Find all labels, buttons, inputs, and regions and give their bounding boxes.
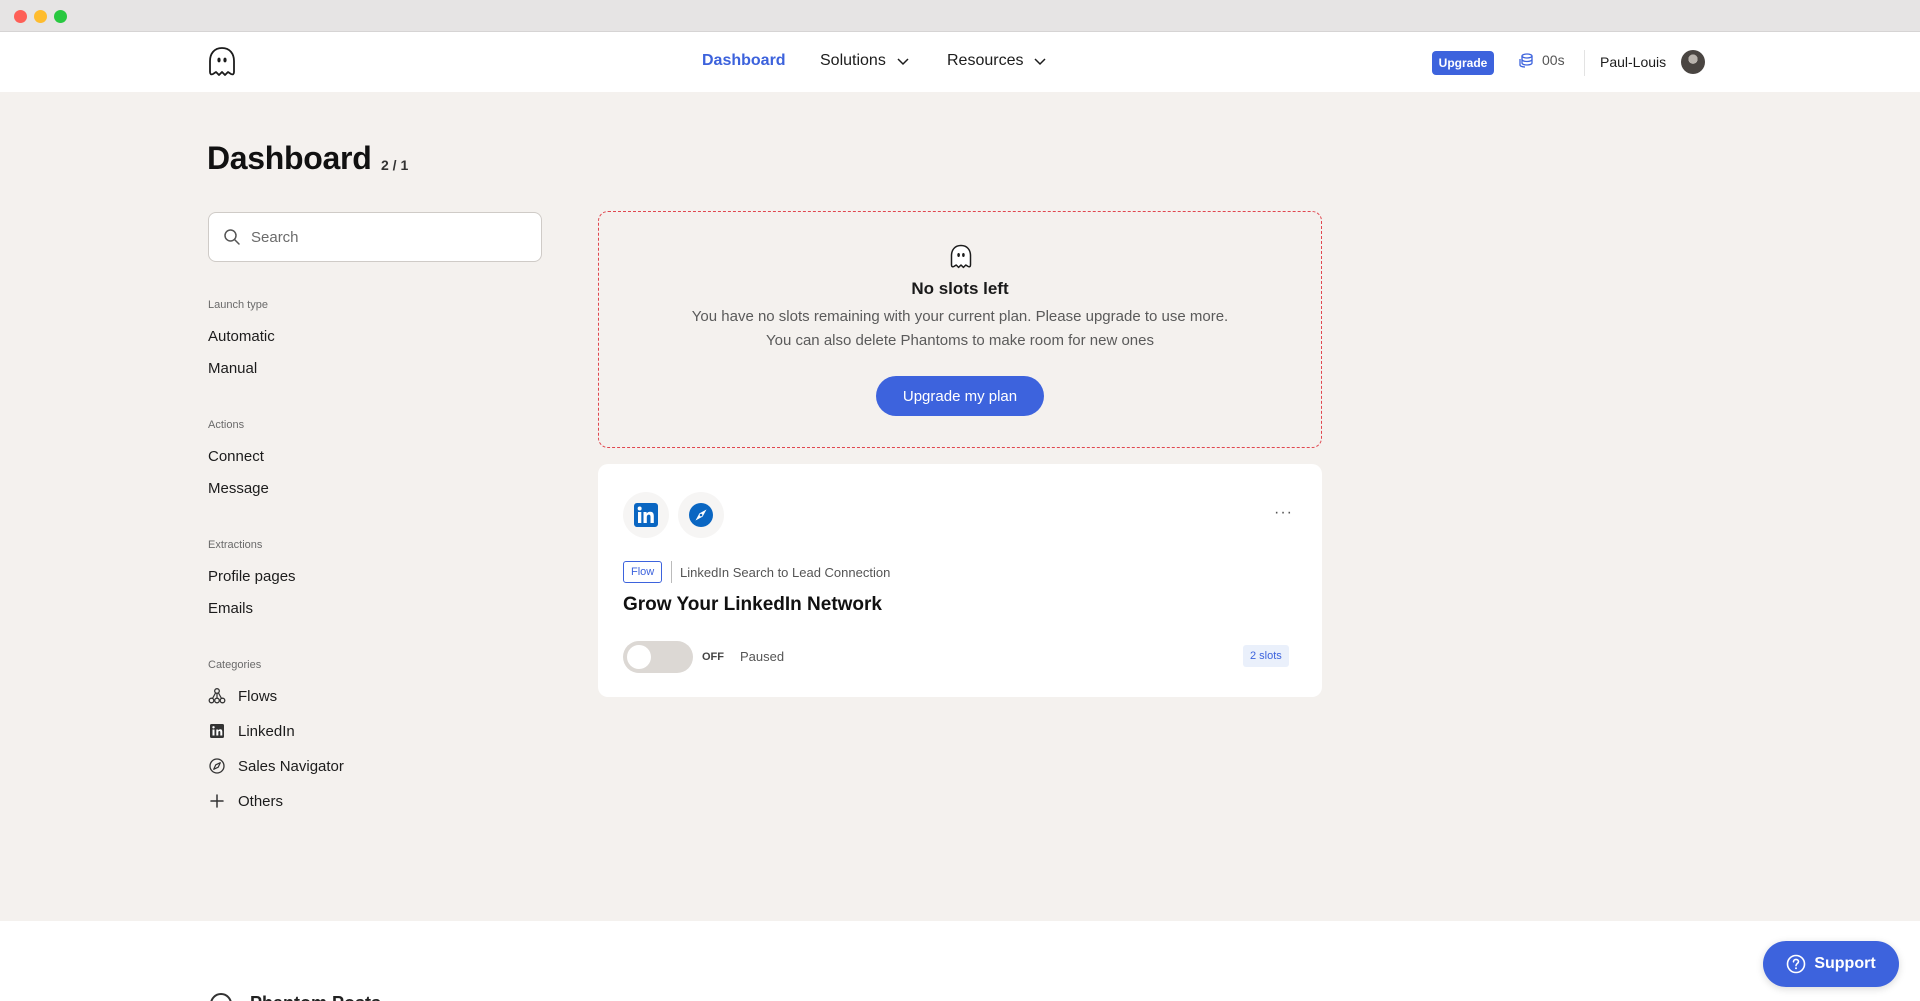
upgrade-my-plan-button[interactable]: Upgrade my plan bbox=[876, 376, 1044, 416]
category-others[interactable]: Others bbox=[208, 792, 283, 810]
ghost-icon bbox=[950, 244, 972, 269]
search-field[interactable] bbox=[208, 212, 542, 262]
ghost-logo-icon[interactable] bbox=[207, 46, 237, 78]
support-button[interactable]: Support bbox=[1763, 941, 1899, 987]
nav-dashboard-label: Dashboard bbox=[702, 52, 786, 69]
coins-icon bbox=[1519, 53, 1533, 68]
more-options-button[interactable]: ··· bbox=[1274, 504, 1293, 522]
filter-manual[interactable]: Manual bbox=[208, 360, 257, 377]
phantom-card[interactable]: ··· Flow LinkedIn Search to Lead Connect… bbox=[598, 464, 1322, 697]
launch-toggle[interactable] bbox=[623, 641, 693, 673]
category-sales-navigator[interactable]: Sales Navigator bbox=[208, 757, 344, 775]
minimize-window-button[interactable] bbox=[34, 10, 47, 23]
category-linkedin-label: LinkedIn bbox=[238, 722, 295, 740]
filter-emails[interactable]: Emails bbox=[208, 600, 253, 617]
nav-dashboard[interactable]: Dashboard bbox=[702, 52, 786, 70]
tag-divider bbox=[671, 561, 672, 583]
no-slots-message: You have no slots remaining with your cu… bbox=[691, 308, 1229, 325]
compass-icon bbox=[689, 503, 713, 527]
search-input[interactable] bbox=[251, 228, 521, 246]
launch-type-heading: Launch type bbox=[208, 299, 268, 311]
slots-count: 2 / 1 bbox=[381, 157, 409, 173]
search-icon bbox=[224, 229, 240, 245]
nav-resources[interactable]: Resources bbox=[947, 52, 1047, 70]
no-slots-card: No slots left You have no slots remainin… bbox=[598, 211, 1322, 448]
execution-time[interactable]: 00s bbox=[1518, 52, 1565, 68]
no-slots-submessage: You can also delete Phantoms to make roo… bbox=[765, 332, 1154, 349]
close-window-button[interactable] bbox=[14, 10, 27, 23]
linkedin-icon bbox=[210, 724, 224, 738]
flow-name: LinkedIn Search to Lead Connection bbox=[680, 565, 891, 580]
chevron-down-icon bbox=[1034, 58, 1047, 66]
no-slots-title: No slots left bbox=[911, 279, 1009, 298]
filter-connect-label: Connect bbox=[208, 448, 264, 465]
footer-heading: Phantom Posts bbox=[250, 993, 381, 1001]
execution-time-value: 00s bbox=[1542, 52, 1565, 68]
page-title: Dashboard bbox=[207, 140, 372, 176]
top-navbar: Dashboard Solutions Resources Upgrade 00… bbox=[0, 32, 1920, 92]
category-sales-navigator-label: Sales Navigator bbox=[238, 757, 344, 775]
filter-message[interactable]: Message bbox=[208, 480, 269, 497]
nav-solutions[interactable]: Solutions bbox=[820, 52, 910, 70]
category-flows[interactable]: Flows bbox=[208, 687, 277, 705]
category-others-label: Others bbox=[238, 792, 284, 810]
filter-connect[interactable]: Connect bbox=[208, 448, 264, 465]
upgrade-button[interactable]: Upgrade bbox=[1432, 51, 1494, 75]
filter-message-label: Message bbox=[208, 480, 269, 497]
flows-icon bbox=[208, 688, 226, 704]
filter-profile-pages[interactable]: Profile pages bbox=[208, 568, 296, 585]
filter-automatic-label: Automatic bbox=[208, 328, 275, 345]
filter-manual-label: Manual bbox=[208, 360, 258, 377]
footer-icon bbox=[210, 993, 232, 1001]
filter-automatic[interactable]: Automatic bbox=[208, 328, 275, 345]
maximize-window-button[interactable] bbox=[54, 10, 67, 23]
footer-section: Phantom Posts bbox=[0, 921, 1920, 1001]
categories-heading: Categories bbox=[208, 659, 262, 671]
toggle-state-label: OFF bbox=[702, 651, 724, 663]
nav-resources-label: Resources bbox=[947, 52, 1024, 69]
flow-tag: Flow bbox=[623, 561, 663, 583]
slots-badge: 2 slots bbox=[1243, 645, 1289, 667]
support-label: Support bbox=[1814, 955, 1876, 972]
help-icon bbox=[1787, 954, 1806, 974]
linkedin-icon bbox=[634, 503, 658, 527]
filter-emails-label: Emails bbox=[208, 600, 254, 617]
extractions-heading: Extractions bbox=[208, 539, 263, 551]
filter-profile-pages-label: Profile pages bbox=[208, 568, 296, 585]
category-linkedin[interactable]: LinkedIn bbox=[208, 722, 295, 740]
phantom-title[interactable]: Grow Your LinkedIn Network bbox=[623, 594, 882, 616]
category-flows-label: Flows bbox=[238, 687, 278, 705]
actions-heading: Actions bbox=[208, 419, 245, 431]
window-titlebar bbox=[0, 0, 1920, 32]
user-name[interactable]: Paul-Louis bbox=[1600, 54, 1666, 70]
status-text: Paused bbox=[740, 649, 785, 664]
linkedin-app-icon bbox=[623, 492, 669, 538]
nav-solutions-label: Solutions bbox=[820, 52, 886, 69]
compass-icon bbox=[209, 758, 225, 774]
sales-navigator-app-icon bbox=[678, 492, 724, 538]
plus-icon bbox=[210, 794, 224, 808]
nav-divider bbox=[1584, 50, 1585, 76]
chevron-down-icon bbox=[897, 58, 909, 66]
avatar[interactable] bbox=[1681, 50, 1705, 74]
